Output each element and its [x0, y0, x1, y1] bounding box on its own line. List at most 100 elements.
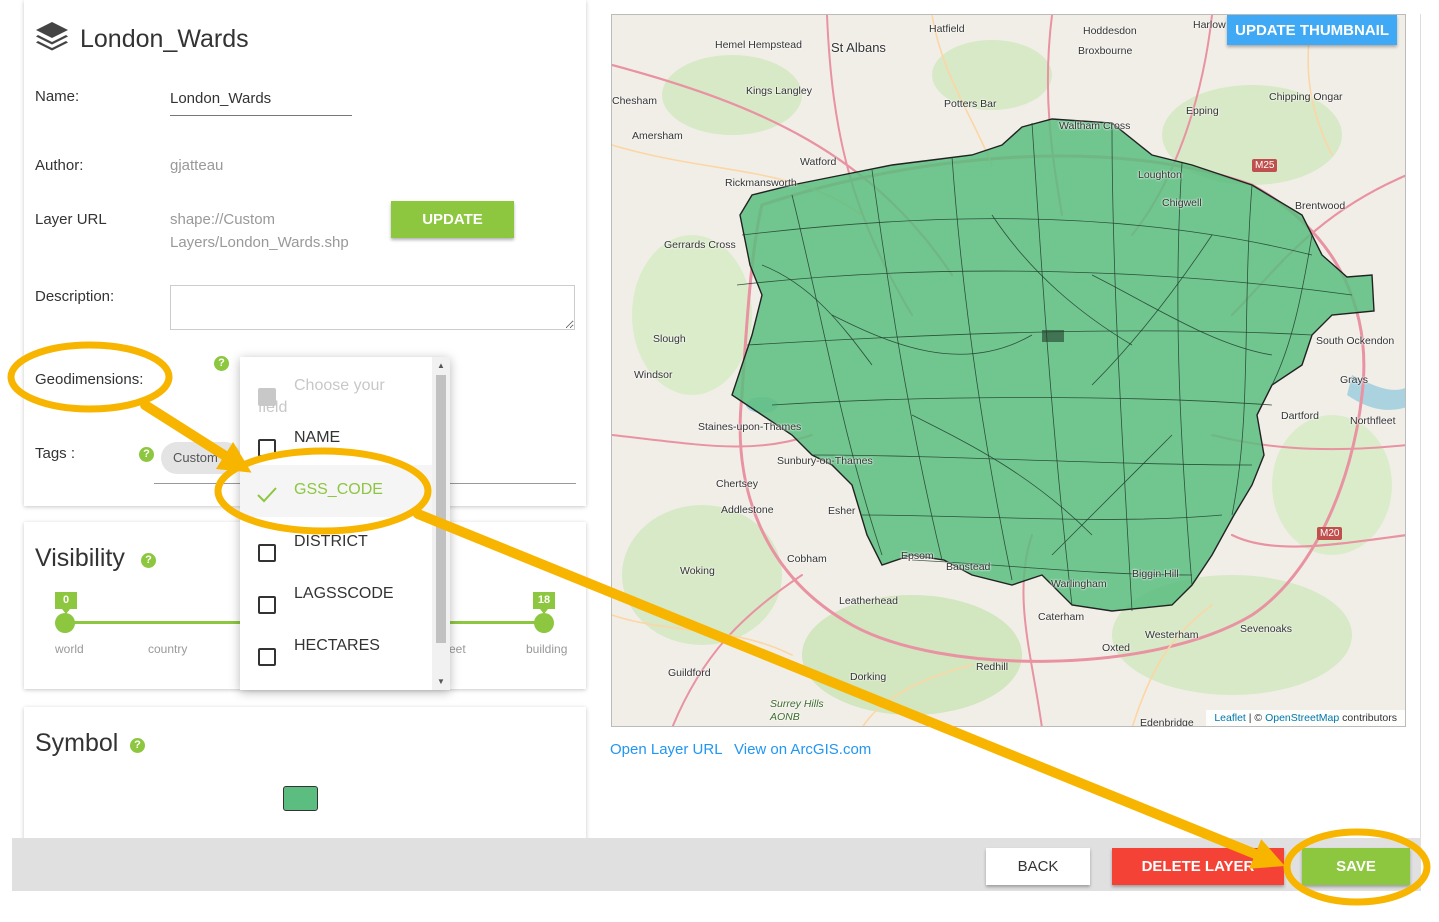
- dropdown-scrollbar[interactable]: ▲ ▼: [432, 357, 450, 690]
- map-place-label: Leatherhead: [839, 595, 898, 607]
- map-place-label: St Albans: [831, 40, 886, 55]
- layer-title-row: London_Wards: [34, 20, 249, 59]
- map-place-label: Chigwell: [1162, 197, 1202, 209]
- map-place-label: Windsor: [634, 369, 673, 381]
- map-place-label: Hemel Hempstead: [715, 39, 802, 51]
- visibility-help-icon[interactable]: ?: [141, 553, 156, 568]
- symbol-help-icon[interactable]: ?: [130, 738, 145, 753]
- option-label: DISTRICT: [294, 533, 368, 550]
- map-place-label: Grays: [1340, 374, 1369, 386]
- layers-stack-icon: [34, 20, 70, 59]
- layer-url-value-line2: Layers/London_Wards.shp: [170, 234, 349, 251]
- map-place-label: Epsom: [901, 550, 934, 562]
- map-place-label: Sunbury-on-Thames: [777, 455, 873, 467]
- map-place-label: Harlow: [1193, 19, 1226, 31]
- layer-url-value-line1: shape://Custom: [170, 211, 276, 228]
- tick-building: building: [526, 642, 568, 656]
- leaflet-link[interactable]: Leaflet: [1214, 712, 1246, 724]
- back-button[interactable]: BACK: [986, 848, 1090, 885]
- geodimension-dropdown[interactable]: Choose your field NAME GSS_CODE DISTRICT…: [240, 357, 450, 690]
- map-place-label: Westerham: [1145, 629, 1199, 641]
- map-place-label: Watford: [800, 156, 837, 168]
- map-place-label: Epping: [1186, 105, 1219, 117]
- map-place-label: Broxbourne: [1078, 45, 1133, 57]
- map-place-label: Caterham: [1038, 611, 1085, 623]
- dropdown-option-hectares[interactable]: HECTARES: [240, 625, 432, 677]
- map-place-label: Staines-upon-Thames: [698, 421, 802, 433]
- map-place-label: Northfleet: [1350, 415, 1396, 427]
- map-place-label: South Ockendon: [1316, 335, 1395, 347]
- option-checkbox[interactable]: [258, 648, 276, 666]
- road-badge-m20: M20: [1317, 527, 1343, 540]
- map-place-label: Hoddesdon: [1083, 25, 1137, 37]
- tags-help-icon[interactable]: ?: [139, 447, 154, 462]
- dropdown-option-name[interactable]: NAME: [240, 417, 432, 469]
- option-checkbox[interactable]: [258, 544, 276, 562]
- update-url-button[interactable]: UPDATE: [391, 201, 514, 238]
- delete-layer-button[interactable]: DELETE LAYER: [1112, 848, 1284, 885]
- symbol-fill-swatch[interactable]: [283, 786, 318, 811]
- max-zoom-bubble: 18: [533, 592, 555, 614]
- update-thumbnail-button[interactable]: UPDATE THUMBNAIL: [1227, 15, 1397, 45]
- tags-label: Tags :: [35, 445, 76, 462]
- scroll-up-icon[interactable]: ▲: [437, 361, 445, 370]
- map-place-label: Biggin Hill: [1132, 568, 1179, 580]
- tag-chip[interactable]: Custom: [161, 442, 241, 474]
- symbol-title: Symbol: [35, 729, 119, 757]
- tick-street: eet: [449, 642, 466, 656]
- min-zoom-bubble: 0: [55, 592, 77, 614]
- map-place-label: Chipping Ongar: [1269, 91, 1343, 103]
- geodimensions-label: Geodimensions:: [35, 371, 144, 388]
- view-on-arcgis-link[interactable]: View on ArcGIS.com: [734, 741, 871, 758]
- map-place-label: Addlestone: [721, 504, 774, 516]
- option-label: HECTARES: [294, 637, 380, 654]
- map-place-label: Warlingham: [1051, 578, 1107, 590]
- description-label: Description:: [35, 288, 115, 305]
- dropdown-option-gss-code[interactable]: GSS_CODE: [240, 465, 432, 517]
- geodimensions-help-icon[interactable]: ?: [214, 356, 229, 371]
- road-badge-m25: M25: [1252, 159, 1278, 172]
- placeholder-text-line1: Choose your: [294, 377, 385, 394]
- map-place-label: Redhill: [976, 661, 1009, 673]
- open-layer-url-link[interactable]: Open Layer URL: [610, 741, 723, 758]
- map-place-label: Sevenoaks: [1240, 623, 1292, 635]
- map-place-label: Edenbridge: [1140, 717, 1194, 727]
- description-textarea[interactable]: [170, 285, 575, 330]
- map-place-label: Chesham: [612, 95, 657, 107]
- openstreetmap-link[interactable]: OpenStreetMap: [1265, 712, 1339, 724]
- option-checkbox[interactable]: [258, 439, 276, 457]
- scroll-down-icon[interactable]: ▼: [437, 677, 445, 686]
- dropdown-option-district[interactable]: DISTRICT: [240, 521, 432, 573]
- content-right-border: [1420, 14, 1421, 838]
- dropdown-scroll-thumb[interactable]: [436, 375, 446, 643]
- option-checkbox[interactable]: [258, 596, 276, 614]
- author-value: gjatteau: [170, 157, 224, 174]
- dropdown-option-lagsscode[interactable]: LAGSSCODE: [240, 573, 432, 625]
- save-button[interactable]: SAVE: [1302, 848, 1410, 885]
- map-place-label: Kings Langley: [746, 85, 812, 97]
- name-input[interactable]: [170, 82, 352, 116]
- placeholder-text-line2: field: [258, 399, 288, 416]
- layer-title: London_Wards: [80, 25, 249, 53]
- action-bar: BACK DELETE LAYER SAVE: [12, 838, 1421, 891]
- map-place-label: Amersham: [632, 130, 683, 142]
- map-place-label: Dartford: [1281, 410, 1319, 422]
- symbol-card: Symbol ?: [24, 707, 586, 847]
- map-place-label: Cobham: [787, 553, 827, 565]
- map-place-label: Loughton: [1138, 169, 1182, 181]
- tick-world: world: [55, 642, 84, 656]
- min-zoom-handle[interactable]: [55, 613, 75, 633]
- dropdown-placeholder: Choose your field: [240, 357, 432, 416]
- map-place-label: Banstead: [946, 561, 991, 573]
- map-basemap: [612, 15, 1405, 726]
- max-zoom-handle[interactable]: [534, 613, 554, 633]
- option-label: NAME: [294, 429, 341, 446]
- map-place-label: Guildford: [668, 667, 711, 679]
- map-place-label: Slough: [653, 333, 686, 345]
- visibility-title: Visibility: [35, 544, 125, 572]
- map-preview[interactable]: Hemel Hempstead St Albans Hatfield Hodde…: [611, 14, 1406, 727]
- tick-country: country: [148, 642, 188, 656]
- attribution-separator: | ©: [1245, 712, 1266, 724]
- layer-url-label: Layer URL: [35, 211, 107, 228]
- map-attribution: Leaflet | © OpenStreetMap contributors: [1206, 710, 1405, 726]
